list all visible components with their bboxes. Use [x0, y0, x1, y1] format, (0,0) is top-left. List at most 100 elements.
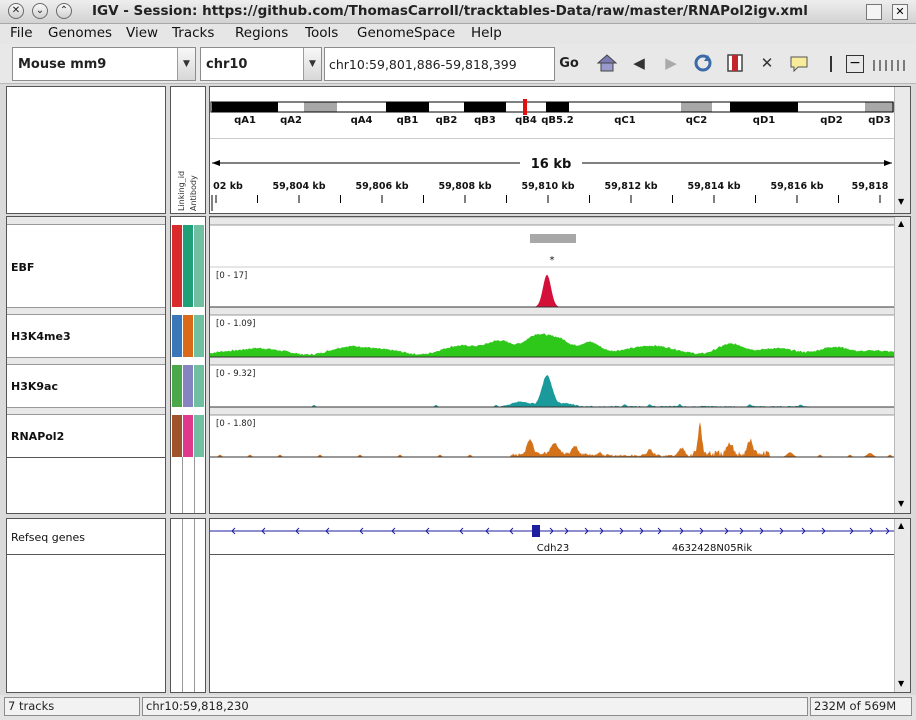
genome-value: Mouse mm9: [18, 57, 107, 72]
tracks-canvas[interactable]: * [0 - 17] [0 - 1.09] [0 - 9.32] [0 - 1.80]: [210, 217, 894, 513]
span-arrow-left: [212, 160, 220, 166]
track-separator: [210, 307, 894, 315]
ideogram-band: [712, 102, 730, 112]
back-icon[interactable]: ◀: [628, 52, 650, 74]
ideogram-band-label: qB5.2: [541, 115, 574, 126]
menu-view[interactable]: View: [126, 25, 158, 41]
scroll-down-icon[interactable]: ▼: [898, 499, 904, 508]
scroll-down-icon[interactable]: ▼: [898, 197, 904, 206]
data-panel: * [0 - 17] [0 - 1.09] [0 - 9.32] [0 - 1.80] …: [209, 216, 911, 514]
refresh-icon[interactable]: [692, 52, 714, 74]
forward-icon[interactable]: ▶: [660, 52, 682, 74]
ruler-tick-label: 02 kb: [213, 181, 243, 192]
menu-help[interactable]: Help: [471, 25, 502, 41]
attribute-cell[interactable]: [183, 225, 193, 307]
attribute-cell[interactable]: [172, 415, 182, 457]
track-name-h3k9ac[interactable]: H3K9ac: [11, 380, 58, 393]
close-icon[interactable]: ✕: [892, 4, 908, 20]
title-bar: ✕ ⌄ ⌃ IGV - Session: https://github.com/…: [0, 0, 916, 24]
track-name-ebf[interactable]: EBF: [11, 261, 34, 274]
track-signal-rnapol2: [210, 421, 894, 457]
attribute-cell[interactable]: [172, 365, 182, 407]
data-scrollbar[interactable]: ▲ ▼: [894, 217, 910, 513]
menu-regions[interactable]: Regions: [235, 25, 288, 41]
attribute-cell[interactable]: [194, 415, 204, 457]
track-separator: [210, 407, 894, 415]
attribute-cell[interactable]: [183, 315, 193, 357]
go-button[interactable]: Go: [556, 47, 582, 81]
ruler-tick-label: 59,818: [852, 181, 889, 192]
ideogram-band-label: qD1: [753, 115, 775, 126]
attr-header-antibody[interactable]: Antibody: [189, 95, 201, 211]
ideogram-band-label: qC2: [686, 115, 707, 126]
chevron-down-icon: ▼: [303, 48, 321, 80]
scroll-up-icon[interactable]: ▲: [898, 521, 904, 530]
home-icon[interactable]: [596, 52, 618, 74]
status-track-count: 7 tracks: [4, 697, 140, 716]
attribute-cell[interactable]: [194, 225, 204, 307]
attribute-cell[interactable]: [183, 365, 193, 407]
zoom-slider[interactable]: [872, 57, 910, 71]
attribute-cell[interactable]: [194, 365, 204, 407]
track-name-refseq[interactable]: Refseq genes: [11, 531, 85, 544]
genome-dropdown[interactable]: Mouse mm9 ▼: [12, 47, 196, 81]
attribute-cell[interactable]: [183, 415, 193, 457]
attribute-cell[interactable]: [194, 315, 204, 357]
feature-name-panel: Refseq genes: [6, 518, 166, 693]
maximize-window-icon[interactable]: ⌃: [56, 3, 72, 19]
toolbar: Mouse mm9 ▼ chr10 ▼ chr10:59,801,886-59,…: [0, 44, 916, 84]
attribute-header-panel: Linking_id Antibody: [170, 86, 206, 214]
scroll-up-icon[interactable]: ▲: [898, 219, 904, 228]
ideogram-band-label: qD3: [868, 115, 890, 126]
attribute-cell[interactable]: [172, 315, 182, 357]
close-window-icon[interactable]: ✕: [8, 3, 24, 19]
ideogram-band: [304, 102, 337, 112]
menu-file[interactable]: File: [10, 25, 33, 41]
ideogram-band-label: qB2: [436, 115, 458, 126]
track-name-rnapol2[interactable]: RNAPol2: [11, 430, 64, 443]
peak-label: *: [550, 255, 555, 266]
gene-track[interactable]: Cdh23 4632428N05Rik: [210, 519, 894, 559]
ideogram-band-label: qB3: [474, 115, 496, 126]
zoom-out-icon[interactable]: −: [846, 55, 864, 73]
menu-bar: File Genomes View Tracks Regions Tools G…: [0, 24, 916, 44]
status-bar: 7 tracks chr10:59,818,230 232M of 569M: [0, 695, 916, 720]
separator: [830, 56, 832, 72]
header-data-panel: qA1 qA2 qA4 qB1 qB2 qB3 qB4 qB5.2 qC1 qC2 qD1 qD2 qD…: [209, 86, 911, 214]
menu-genomes[interactable]: Genomes: [48, 25, 112, 41]
chromosome-value: chr10: [206, 57, 248, 72]
ruler[interactable]: 16 kb 02 kb 59,804 kb 59,806 kb 59,808 kb 59,…: [210, 149, 894, 213]
attr-header-linking-id[interactable]: Linking_id: [177, 95, 189, 211]
span-label: 16 kb: [531, 157, 572, 172]
status-position: chr10:59,818,230: [142, 697, 808, 716]
locus-input[interactable]: chr10:59,801,886-59,818,399: [324, 47, 555, 81]
ideogram-band: [278, 102, 304, 112]
menu-genomespace[interactable]: GenomeSpace: [357, 25, 455, 41]
track-name-panel: EBF H3K4me3 H3K9ac RNAPol2: [6, 216, 166, 514]
ruler-tick-label: 59,808 kb: [438, 181, 491, 192]
minimize-window-icon[interactable]: ⌄: [32, 3, 48, 19]
header-scrollbar[interactable]: ▼: [894, 87, 910, 213]
attribute-cell[interactable]: [172, 225, 182, 307]
ideogram-band: [865, 102, 894, 112]
menu-tracks[interactable]: Tracks: [172, 25, 214, 41]
ideogram-band: [386, 102, 429, 112]
chromosome-ideogram[interactable]: qA1 qA2 qA4 qB1 qB2 qB3 qB4 qB5.2 qC1 qC2 qD1 qD2 qD…: [210, 87, 894, 127]
track-range-h3k9ac: [0 - 9.32]: [216, 369, 255, 379]
scroll-down-icon[interactable]: ▼: [898, 679, 904, 688]
track-separator: [210, 357, 894, 365]
track-signal-ebf: [210, 274, 894, 307]
ideogram-band: [730, 102, 798, 112]
ruler-tick-label: 59,812 kb: [604, 181, 657, 192]
ruler-tick-label: 59,804 kb: [272, 181, 325, 192]
resize-to-window-icon[interactable]: ✕: [756, 52, 778, 74]
menu-tools[interactable]: Tools: [305, 25, 338, 41]
region-of-interest-icon[interactable]: [724, 52, 746, 74]
track-range-h3k4me3: [0 - 1.09]: [216, 319, 255, 329]
track-name-h3k4me3[interactable]: H3K4me3: [11, 330, 71, 343]
feature-scrollbar[interactable]: ▲ ▼: [894, 519, 910, 692]
restore-icon[interactable]: [866, 4, 882, 20]
chromosome-dropdown[interactable]: chr10 ▼: [200, 47, 322, 81]
popup-info-icon[interactable]: [788, 52, 810, 74]
track-range-ebf: [0 - 17]: [216, 271, 247, 281]
